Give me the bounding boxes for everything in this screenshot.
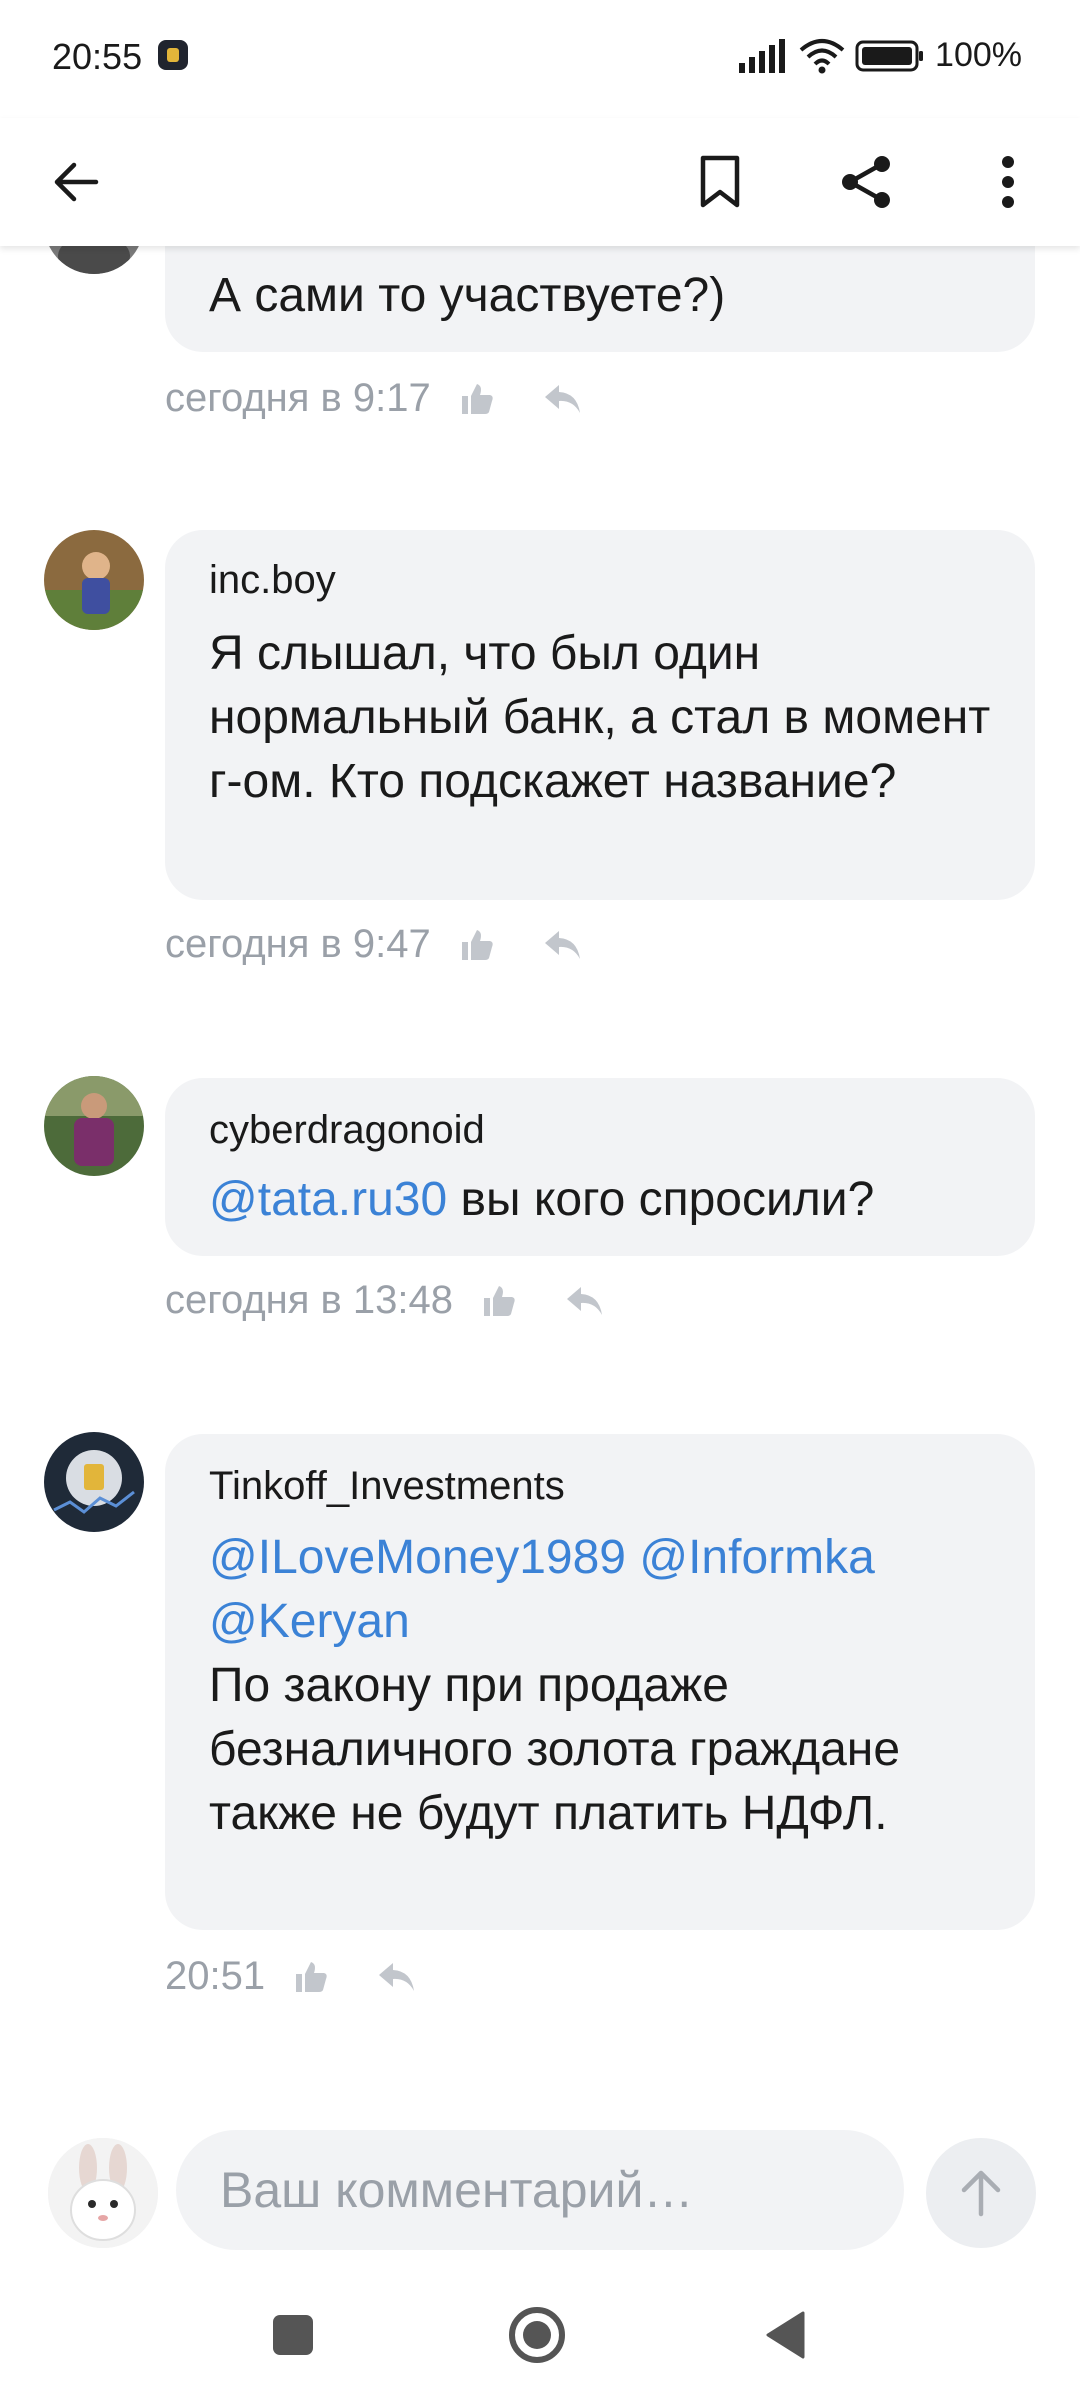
- comment-avatar[interactable]: [44, 1076, 144, 1176]
- circle-icon: [509, 2307, 565, 2363]
- more-options-button[interactable]: [968, 142, 1048, 222]
- comment-time: сегодня в 13:48: [165, 1278, 453, 1322]
- send-button[interactable]: [926, 2138, 1036, 2248]
- reply-icon: [544, 384, 580, 413]
- thumbs-up-icon: [296, 1961, 327, 1992]
- comment-meta: сегодня в 13:48: [165, 1278, 653, 1323]
- comment-input[interactable]: [176, 2130, 904, 2250]
- comment-author[interactable]: inc.boy: [209, 558, 336, 603]
- wifi-icon: [799, 38, 845, 73]
- thumbs-up-icon: [461, 929, 493, 960]
- square-icon: [273, 2315, 313, 2355]
- status-time: 20:55: [52, 36, 143, 77]
- top-app-bar: [0, 118, 1080, 246]
- reply-button[interactable]: [543, 927, 583, 963]
- comment-avatar[interactable]: [44, 1432, 144, 1532]
- triangle-back-icon: [766, 2311, 805, 2359]
- more-vertical-icon: [1002, 156, 1014, 208]
- arrow-left-icon: [54, 162, 99, 202]
- reply-button[interactable]: [377, 1959, 417, 1995]
- comment-text: @ILoveMoney1989 @Informka @Keryan По закон…: [209, 1526, 1005, 1846]
- system-nav-bar: [0, 2270, 1080, 2400]
- share-icon: [842, 156, 890, 208]
- comment-meta: сегодня в 9:17: [165, 376, 631, 421]
- comment-bubble: Tinkoff_Investments @ILoveMoney1989 @Inf…: [165, 1434, 1035, 1930]
- user-avatar[interactable]: [48, 2138, 158, 2248]
- home-button[interactable]: [492, 2290, 582, 2380]
- bookmark-button[interactable]: [680, 142, 760, 222]
- reply-button[interactable]: [543, 381, 583, 417]
- comment-author[interactable]: cyberdragonoid: [209, 1108, 485, 1153]
- mention-link[interactable]: @Keryan: [209, 1595, 410, 1648]
- comment-time: сегодня в 9:47: [165, 922, 431, 966]
- comment-bubble: cyberdragonoid @tata.ru30 вы кого спроси…: [165, 1078, 1035, 1256]
- comment-text: А сами то участвуете?): [209, 269, 726, 322]
- comment-avatar[interactable]: [44, 530, 144, 630]
- reply-icon: [544, 930, 580, 959]
- reply-icon: [379, 1962, 415, 1991]
- reply-icon: [567, 1286, 602, 1315]
- share-button[interactable]: [826, 142, 906, 222]
- arrow-up-icon: [961, 2170, 1001, 2217]
- like-button[interactable]: [459, 381, 495, 417]
- comment-text: Я слышал, что был один нормальный банк, …: [209, 627, 991, 808]
- back-nav-button[interactable]: [740, 2290, 830, 2380]
- thumbs-up-icon: [484, 1285, 515, 1316]
- signal-icon: [739, 38, 786, 73]
- app-notification-icon: [158, 40, 188, 70]
- mention-link[interactable]: @tata.ru30: [209, 1173, 447, 1226]
- status-bar: 20:55 100%: [0, 0, 1080, 118]
- back-button[interactable]: [36, 142, 116, 222]
- like-button[interactable]: [293, 1959, 329, 1995]
- like-button[interactable]: [459, 927, 495, 963]
- comment-meta: сегодня в 9:47: [165, 922, 631, 967]
- comment-text-body: вы кого спросили?: [447, 1173, 875, 1226]
- comment-time: сегодня в 9:17: [165, 376, 431, 420]
- bookmark-icon: [700, 155, 740, 208]
- like-button[interactable]: [481, 1283, 517, 1319]
- mention-link[interactable]: @Informka: [639, 1531, 874, 1584]
- comment-time: 20:51: [165, 1954, 266, 1998]
- comment-text: @tata.ru30 вы кого спросили?: [209, 1168, 1005, 1232]
- comment-text-body: По закону при продаже безналичного золот…: [209, 1659, 901, 1840]
- battery-icon: [855, 40, 924, 71]
- comment-meta: 20:51: [165, 1954, 465, 1999]
- battery-percent: 100%: [935, 36, 1022, 74]
- mention-link[interactable]: @ILoveMoney1989: [209, 1531, 626, 1584]
- thumbs-up-icon: [461, 383, 493, 414]
- recents-button[interactable]: [248, 2290, 338, 2380]
- reply-button[interactable]: [565, 1283, 605, 1319]
- comment-bubble: inc.boy Я слышал, что был один нормальны…: [165, 530, 1035, 900]
- status-indicators: 100%: [737, 36, 1022, 75]
- comment-author[interactable]: Tinkoff_Investments: [209, 1464, 565, 1509]
